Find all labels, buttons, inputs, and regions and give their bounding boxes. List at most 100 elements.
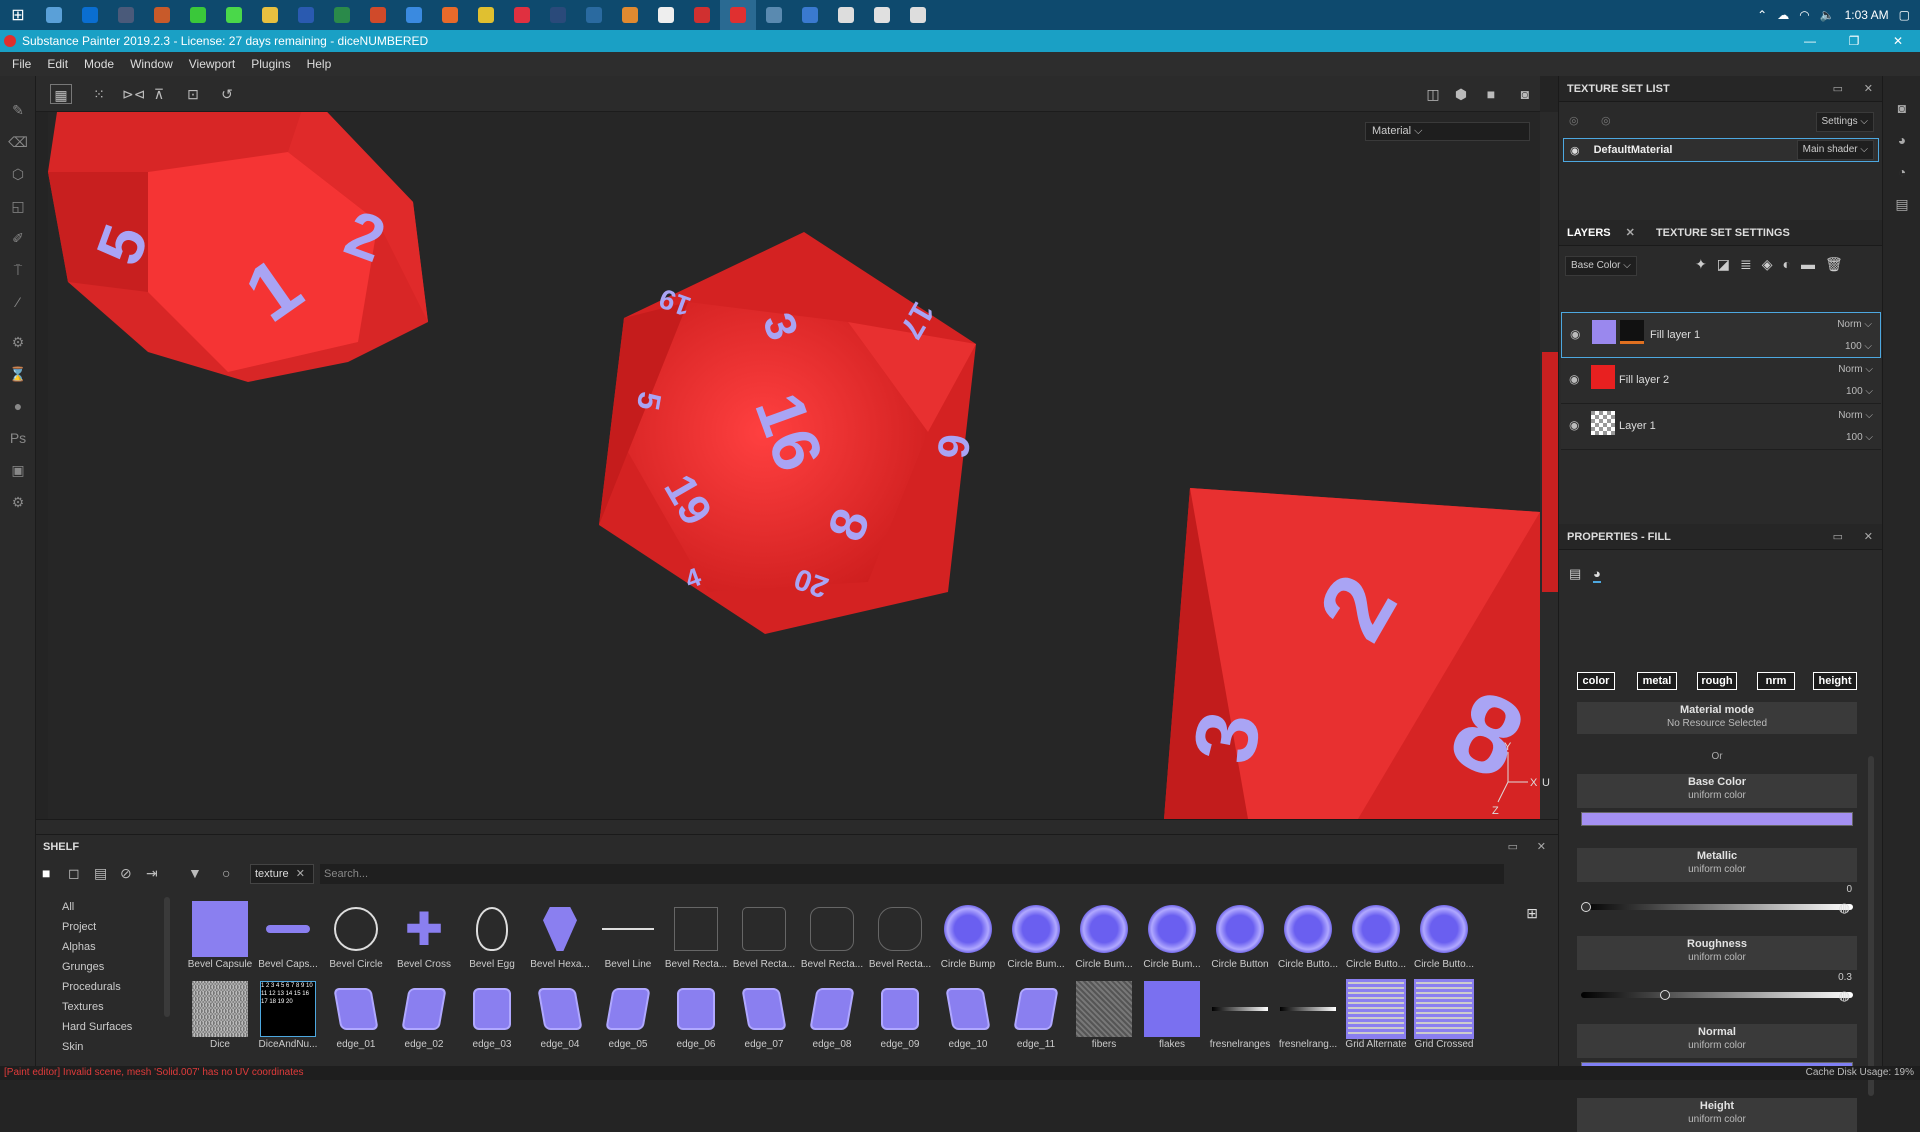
undock-icon[interactable]: ▭ bbox=[1833, 76, 1843, 102]
screenshot-icon[interactable]: ◙ bbox=[1514, 84, 1536, 104]
shelf-category-project[interactable]: Project bbox=[50, 917, 162, 937]
material-mode-slot[interactable]: Material mode No Resource Selected bbox=[1577, 702, 1857, 734]
shelf-resource[interactable]: Bevel Hexa... bbox=[526, 901, 594, 979]
categories-scrollbar[interactable] bbox=[164, 897, 170, 1017]
taskbar-opera-icon[interactable] bbox=[504, 0, 540, 30]
random-icon[interactable]: ◍ bbox=[1839, 988, 1850, 1004]
close-panel-icon[interactable]: ✕ bbox=[1864, 524, 1873, 550]
cloud-icon[interactable]: ☁ bbox=[1777, 8, 1789, 22]
shelf-category-hard-surfaces[interactable]: Hard Surfaces bbox=[50, 1017, 162, 1037]
taskbar-word-icon[interactable] bbox=[288, 0, 324, 30]
symmetry-icon[interactable]: ⊳⊲ bbox=[122, 84, 145, 104]
close-tab-icon[interactable]: ✕ bbox=[1626, 227, 1635, 239]
metallic-slider-handle[interactable] bbox=[1581, 902, 1591, 912]
taskbar-substance-painter-icon[interactable] bbox=[720, 0, 756, 30]
tab-layers[interactable]: LAYERS bbox=[1567, 227, 1611, 239]
taskbar-lightroom-icon[interactable] bbox=[540, 0, 576, 30]
channel-dropdown[interactable]: Base Color ⌵ bbox=[1565, 256, 1637, 276]
hide-icon[interactable]: ⊘ bbox=[120, 865, 132, 882]
eye-icon[interactable]: ◉ bbox=[1569, 418, 1579, 432]
shelf-resource[interactable]: Circle Button bbox=[1206, 901, 1274, 979]
menu-file[interactable]: File bbox=[4, 57, 39, 71]
close-panel-icon[interactable]: ✕ bbox=[1537, 835, 1546, 859]
menu-window[interactable]: Window bbox=[122, 57, 181, 71]
clock[interactable]: 1:03 AM bbox=[1845, 8, 1889, 22]
eye-icon[interactable]: ◉ bbox=[1569, 372, 1579, 386]
mirror-icon[interactable]: ⊼ bbox=[148, 84, 170, 104]
hourglass-icon[interactable]: ⌛ bbox=[0, 358, 36, 390]
channel-chip-rough[interactable]: rough bbox=[1697, 672, 1737, 690]
blend-mode-dropdown[interactable]: Norm ⌵ bbox=[1838, 364, 1873, 375]
shelf-category-all[interactable]: All bbox=[50, 897, 162, 917]
metallic-slot[interactable]: Metallic uniform color bbox=[1577, 848, 1857, 882]
display-settings-icon[interactable]: ◙ bbox=[1883, 92, 1920, 124]
shelf-resource[interactable]: Bevel Circle bbox=[322, 901, 390, 979]
taskbar-blender-icon[interactable] bbox=[612, 0, 648, 30]
shelf-resource[interactable]: edge_02 bbox=[390, 981, 458, 1059]
taskbar-app-green-icon[interactable] bbox=[180, 0, 216, 30]
shelf-category-skin[interactable]: Skin bbox=[50, 1037, 162, 1057]
layer-row[interactable]: ◉ Fill layer 1 Norm ⌵ 100 ⌵ bbox=[1561, 312, 1881, 358]
shelf-resource[interactable]: edge_01 bbox=[322, 981, 390, 1059]
wifi-icon[interactable]: ◠ bbox=[1799, 8, 1809, 22]
export-icon[interactable]: ▣ bbox=[0, 454, 36, 486]
menu-help[interactable]: Help bbox=[299, 57, 340, 71]
taskbar-calculator-icon[interactable] bbox=[108, 0, 144, 30]
clear-filter-icon[interactable]: ✕ bbox=[296, 868, 305, 880]
camera-icon[interactable]: ■ bbox=[1480, 84, 1502, 104]
shelf-resource[interactable]: edge_06 bbox=[662, 981, 730, 1059]
shelf-resource[interactable]: Bevel Recta... bbox=[798, 901, 866, 979]
shelf-resource[interactable]: ✚ Bevel Cross bbox=[390, 901, 458, 979]
layer-row[interactable]: ◉ Layer 1 Norm ⌵ 100 ⌵ bbox=[1561, 404, 1881, 450]
opacity-dropdown[interactable]: 100 ⌵ bbox=[1846, 432, 1873, 443]
taskbar-app-cloud-icon[interactable] bbox=[216, 0, 252, 30]
channel-chip-height[interactable]: height bbox=[1813, 672, 1857, 690]
base-color-swatch[interactable] bbox=[1581, 812, 1853, 826]
bake-icon[interactable]: ⚙ bbox=[0, 326, 36, 358]
taskbar-substance-designer-icon[interactable] bbox=[684, 0, 720, 30]
shelf-resource[interactable]: edge_11 bbox=[1002, 981, 1070, 1059]
viewport-mode-select[interactable]: Material ⌵ bbox=[1365, 122, 1530, 141]
taskbar-docs-icon[interactable] bbox=[396, 0, 432, 30]
minimize-button[interactable]: — bbox=[1788, 30, 1832, 52]
fit-view-icon[interactable]: ⊡ bbox=[182, 84, 204, 104]
clone-stamp-icon[interactable]: ⍑ bbox=[0, 254, 36, 286]
shelf-resource[interactable]: Bevel Egg bbox=[458, 901, 526, 979]
visibility-off-icon[interactable]: ◎ bbox=[1569, 114, 1579, 127]
shelf-resource[interactable]: Circle Butto... bbox=[1342, 901, 1410, 979]
projection-icon[interactable]: ⬡ bbox=[0, 158, 36, 190]
photoshop-export-icon[interactable]: Ps bbox=[0, 422, 36, 454]
shelf-resource[interactable]: edge_03 bbox=[458, 981, 526, 1059]
chevron-up-icon[interactable]: ⌃ bbox=[1757, 8, 1767, 22]
taskbar-chrome-icon[interactable] bbox=[468, 0, 504, 30]
smudge-icon[interactable]: ✐ bbox=[0, 222, 36, 254]
settings-icon[interactable]: ⚙ bbox=[0, 486, 36, 518]
shelf-resource[interactable]: Bevel Recta... bbox=[662, 901, 730, 979]
menu-edit[interactable]: Edit bbox=[39, 57, 76, 71]
taskbar-photoshop-icon[interactable] bbox=[576, 0, 612, 30]
menu-viewport[interactable]: Viewport bbox=[181, 57, 243, 71]
taskbar-steam-icon[interactable] bbox=[756, 0, 792, 30]
eye-icon[interactable]: ◉ bbox=[1570, 327, 1580, 341]
add-folder-icon[interactable]: ▬ bbox=[1801, 256, 1815, 273]
blend-mode-dropdown[interactable]: Norm ⌵ bbox=[1838, 410, 1873, 421]
taskbar-outlook-icon[interactable] bbox=[72, 0, 108, 30]
shelf-resource[interactable]: fresnelranges bbox=[1206, 981, 1274, 1059]
shelf-resource[interactable]: Circle Bum... bbox=[1138, 901, 1206, 979]
shelf-resource[interactable]: Circle Butto... bbox=[1410, 901, 1478, 979]
settings-dropdown[interactable]: Settings ⌵ bbox=[1815, 112, 1874, 132]
shelf-resource[interactable]: Bevel Capsule bbox=[186, 901, 254, 979]
taskbar-app-vs-icon[interactable] bbox=[900, 0, 936, 30]
taskbar-firefox-icon[interactable] bbox=[432, 0, 468, 30]
shelf-resource[interactable]: flakes bbox=[1138, 981, 1206, 1059]
shelf-resource[interactable]: Dice bbox=[186, 981, 254, 1059]
filter-tag[interactable]: texture ✕ bbox=[250, 864, 314, 884]
split-view-icon[interactable]: ◫ bbox=[1422, 84, 1444, 104]
opacity-dropdown[interactable]: 100 ⌵ bbox=[1846, 386, 1873, 397]
shelf-resource[interactable]: Grid Alternate bbox=[1342, 979, 1410, 1059]
undock-icon[interactable]: ▭ bbox=[1508, 835, 1518, 859]
shelf-resource[interactable]: edge_08 bbox=[798, 981, 866, 1059]
channel-chip-metal[interactable]: metal bbox=[1637, 672, 1677, 690]
add-smart-material-icon[interactable]: ◐ bbox=[1782, 256, 1790, 273]
shelf-resource[interactable]: edge_04 bbox=[526, 981, 594, 1059]
